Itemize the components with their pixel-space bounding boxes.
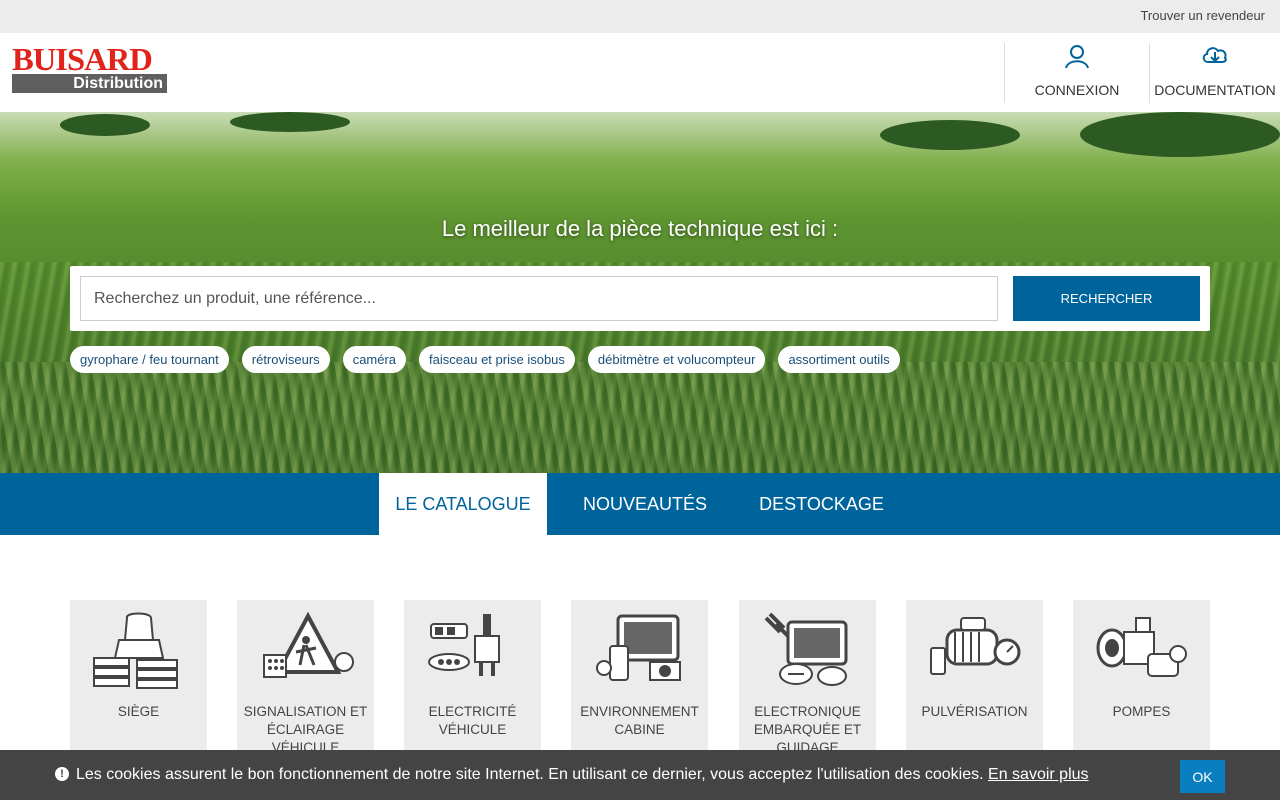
cabin-screen-icon (595, 614, 681, 681)
category-pompes[interactable]: POMPES (1073, 600, 1210, 760)
user-icon (1005, 43, 1149, 75)
tag-assortiment-outils[interactable]: assortiment outils (778, 346, 900, 373)
cookie-banner: ! Les cookies assurent le bon fonctionne… (0, 750, 1280, 800)
tab-destockage[interactable]: DESTOCKAGE (743, 473, 900, 535)
hero-bg-tree (230, 112, 350, 132)
tab-nouveautes[interactable]: NOUVEAUTÉS (566, 473, 724, 535)
hero-bg-wheat (0, 362, 1280, 473)
tag-gyrophare[interactable]: gyrophare / feu tournant (70, 346, 229, 373)
cookie-ok-button[interactable]: OK (1180, 760, 1225, 793)
gps-guidance-icon (764, 612, 847, 686)
category-label: SIÈGE (117, 704, 160, 719)
sprayer-icon (929, 617, 1020, 675)
cloud-download-icon (1150, 43, 1280, 75)
hero-title: Le meilleur de la pièce technique est ic… (441, 216, 839, 241)
seat-icon (92, 612, 178, 689)
category-signalisation[interactable]: SIGNALISATION ET ÉCLAIRAGE VÉHICULE (237, 600, 374, 760)
category-grid: SIÈGE SIGNALISATION ET ÉCLAIRAGE VÉHICUL… (70, 600, 1210, 760)
search-input[interactable] (80, 276, 998, 321)
top-bar: Trouver un revendeur (0, 0, 1280, 33)
cookie-message: Les cookies assurent le bon fonctionneme… (76, 766, 1089, 784)
hero-bg-tree (1080, 112, 1280, 157)
category-label: ELECTRICITÉ VÉHICULE (428, 704, 517, 737)
category-electricite[interactable]: ELECTRICITÉ VÉHICULE (404, 600, 541, 760)
category-pulverisation[interactable]: PULVÉRISATION (906, 600, 1043, 760)
cookie-more-link[interactable]: En savoir plus (988, 766, 1089, 783)
cookie-text: Les cookies assurent le bon fonctionneme… (76, 766, 984, 783)
info-icon: ! (55, 767, 69, 781)
tag-faisceau-isobus[interactable]: faisceau et prise isobus (419, 346, 575, 373)
connexion-label: CONNEXION (1034, 82, 1120, 98)
header: BUISARD Distribution CONNEXION DOCUMENTA… (0, 33, 1280, 112)
hero-bg-tree (60, 114, 150, 136)
search-button[interactable]: RECHERCHER (1013, 276, 1200, 321)
category-electronique-embarquee[interactable]: ELECTRONIQUE EMBARQUÉE ET GUIDAGE (739, 600, 876, 760)
pump-icon (1096, 617, 1187, 677)
section-tabs: LE CATALOGUE NOUVEAUTÉS DESTOCKAGE (0, 473, 1280, 535)
tag-retroviseurs[interactable]: rétroviseurs (241, 346, 330, 373)
category-label: ELECTRONIQUE EMBARQUÉE ET GUIDAGE (753, 704, 862, 755)
category-environnement-cabine[interactable]: ENVIRONNEMENT CABINE (571, 600, 708, 760)
warning-sign-icon (262, 611, 354, 678)
documentation-label: DOCUMENTATION (1154, 82, 1276, 98)
hero-bg-tree (880, 120, 1020, 150)
logo-brand: BUISARD (12, 41, 153, 77)
search-box: RECHERCHER (70, 266, 1210, 331)
category-label: POMPES (1112, 704, 1171, 719)
hero-banner: Le meilleur de la pièce technique est ic… (0, 112, 1280, 473)
find-dealer-link[interactable]: Trouver un revendeur (1140, 8, 1265, 23)
tag-debitmetre[interactable]: débitmètre et volucompteur (587, 346, 766, 373)
tab-catalogue[interactable]: LE CATALOGUE (379, 473, 547, 535)
category-label: PULVÉRISATION (921, 704, 1028, 719)
category-siege[interactable]: SIÈGE (70, 600, 207, 760)
suggestion-tags: gyrophare / feu tournant rétroviseurs ca… (70, 346, 900, 373)
electrical-parts-icon (427, 614, 500, 676)
category-label: ENVIRONNEMENT CABINE (580, 704, 699, 737)
connexion-button[interactable]: CONNEXION (1004, 43, 1149, 103)
documentation-button[interactable]: DOCUMENTATION (1149, 43, 1280, 103)
tag-camera[interactable]: caméra (342, 346, 407, 373)
category-label: SIGNALISATION ET ÉCLAIRAGE VÉHICULE (243, 704, 368, 755)
